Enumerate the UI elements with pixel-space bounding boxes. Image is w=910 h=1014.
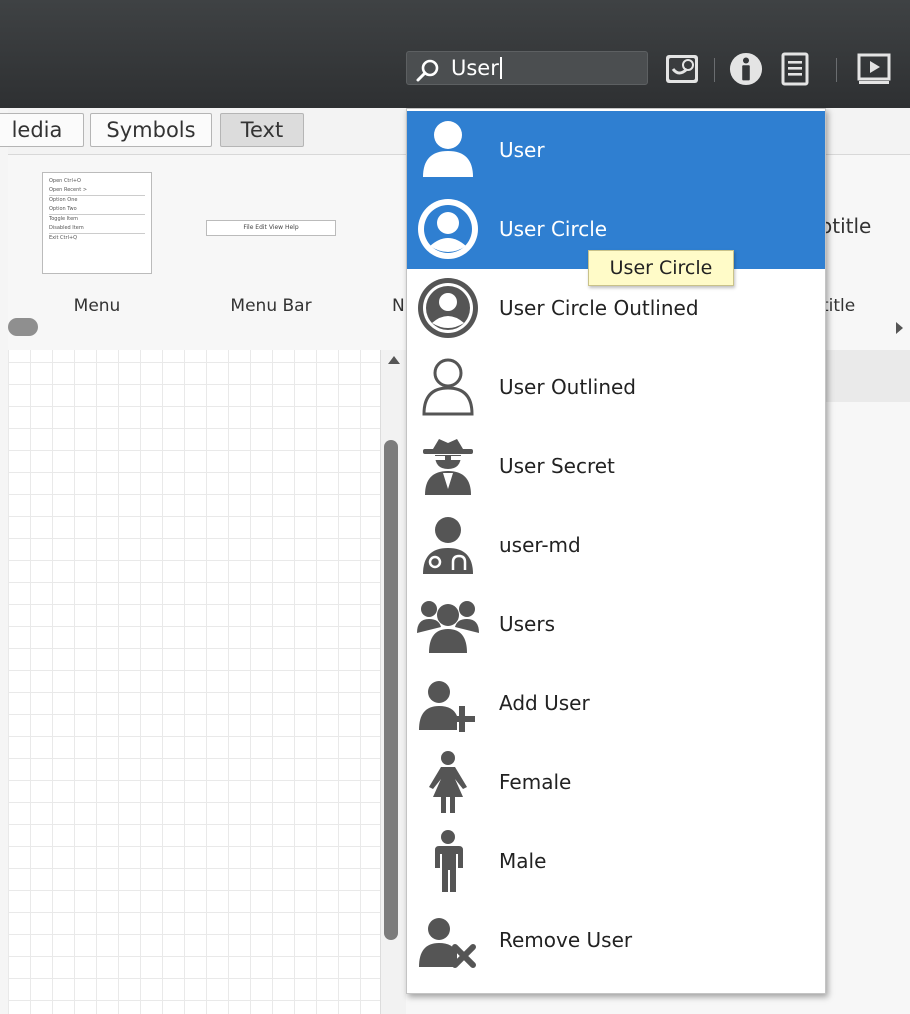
add-user-icon: [419, 681, 475, 732]
gallery-scrollbar-thumb[interactable]: [8, 318, 38, 336]
thumb-line: Open Ctrl+O: [49, 178, 81, 184]
result-label: Users: [499, 612, 556, 636]
tab-label: Text: [240, 118, 284, 142]
result-label: user-md: [499, 533, 581, 557]
thumb-line: Disabled Item: [49, 225, 84, 231]
scroll-up-arrow[interactable]: [388, 356, 400, 364]
tab-symbols[interactable]: Symbols: [90, 113, 212, 147]
play-icon[interactable]: [856, 52, 892, 86]
thumb-line: Toggle Item: [49, 214, 145, 224]
tab-media[interactable]: ledia: [0, 113, 84, 147]
gallery-next-arrow[interactable]: [896, 322, 903, 334]
drawing-canvas[interactable]: [8, 350, 380, 1014]
result-female[interactable]: Female: [407, 743, 825, 822]
toolbar-separator: [714, 58, 715, 82]
search-icon: [416, 59, 439, 82]
user-circle-outlined-icon: [418, 278, 478, 338]
info-icon[interactable]: [728, 52, 764, 86]
tab-label: ledia: [11, 118, 63, 142]
remove-user-icon: [419, 918, 476, 968]
canvas-scrollbar-thumb[interactable]: [384, 440, 398, 940]
tab-label: Symbols: [106, 118, 196, 142]
result-label: Male: [499, 849, 547, 873]
result-label: User Secret: [499, 454, 615, 478]
menu-shape-label: Menu: [73, 296, 121, 316]
result-male[interactable]: Male: [407, 822, 825, 901]
menubar-shape-thumbnail[interactable]: File Edit View Help: [206, 220, 336, 236]
tab-text[interactable]: Text: [220, 113, 304, 147]
search-input[interactable]: User: [406, 51, 648, 85]
result-label: User Outlined: [499, 375, 636, 399]
thumb-line: Open Recent >: [49, 187, 88, 193]
result-label: Female: [499, 770, 572, 794]
result-users[interactable]: Users: [407, 585, 825, 664]
result-user-secret[interactable]: User Secret: [407, 427, 825, 506]
search-results-dropdown: User User Circle User Circle Outlined Us…: [406, 108, 826, 994]
user-secret-icon: [423, 439, 473, 495]
search-value: User: [451, 56, 499, 80]
result-add-user[interactable]: Add User: [407, 664, 825, 743]
thumb-line: Option One: [49, 195, 145, 205]
user-search-icon[interactable]: [664, 52, 702, 86]
female-icon: [429, 751, 467, 813]
menubar-shape-label: Menu Bar: [230, 296, 312, 316]
result-user[interactable]: User: [407, 111, 825, 190]
user-icon: [423, 121, 473, 177]
toolbar-separator: [836, 58, 837, 82]
user-md-icon: [423, 517, 473, 574]
partial-shape-label: N: [392, 296, 405, 316]
result-label: User: [499, 138, 545, 162]
thumb-line: Exit Ctrl+Q: [49, 233, 145, 243]
document-icon[interactable]: [780, 52, 810, 86]
subtitle-shape-label: title: [822, 296, 856, 316]
user-outlined-icon: [422, 358, 474, 416]
result-label: Add User: [499, 691, 590, 715]
thumb-line: File Edit View Help: [243, 224, 299, 231]
thumb-line: Option Two: [49, 206, 77, 212]
result-label: Remove User: [499, 928, 633, 952]
male-icon: [435, 830, 463, 892]
result-remove-user[interactable]: Remove User: [407, 901, 825, 980]
tooltip: User Circle: [588, 250, 734, 286]
text-caret: [499, 57, 502, 79]
subtitle-shape-peek[interactable]: otitle: [820, 214, 871, 238]
result-user-outlined[interactable]: User Outlined: [407, 348, 825, 427]
users-icon: [417, 601, 479, 653]
user-circle-icon: [418, 199, 478, 259]
menu-shape-thumbnail[interactable]: Open Ctrl+O Open Recent > Option One Opt…: [42, 172, 152, 274]
result-user-md[interactable]: user-md: [407, 506, 825, 585]
